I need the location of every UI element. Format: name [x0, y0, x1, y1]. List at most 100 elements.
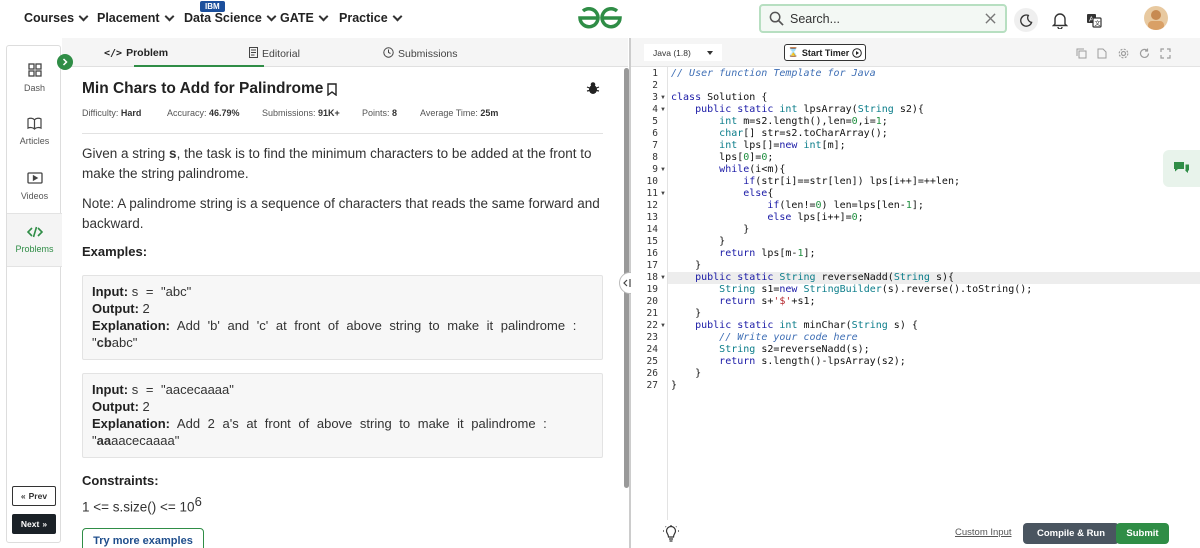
- value: s = "aacecaaaa": [131, 382, 234, 397]
- code-line[interactable]: else lps[i++]=0;: [671, 212, 863, 224]
- code-line[interactable]: while(i<m){: [671, 164, 785, 176]
- dropdown-caret-icon: [707, 51, 713, 55]
- bell-icon[interactable]: [1048, 8, 1072, 32]
- fullscreen-icon[interactable]: [1160, 46, 1171, 59]
- compile-run-button[interactable]: Compile & Run: [1023, 523, 1119, 544]
- clear-icon[interactable]: [985, 13, 996, 24]
- code-line[interactable]: String s1=new StringBuilder(s).reverse()…: [671, 284, 1032, 296]
- fold-arrow-icon[interactable]: ▼: [660, 95, 666, 101]
- code-line[interactable]: lps[0]=0;: [671, 152, 773, 164]
- nav-label: GATE: [280, 11, 314, 25]
- settings-icon[interactable]: [1118, 46, 1129, 59]
- code-line[interactable]: }: [671, 224, 749, 236]
- sidebar-item-dash[interactable]: Dash: [7, 51, 62, 105]
- code-line[interactable]: if(len!=0) len=lps[len-1];: [671, 200, 924, 212]
- code-line[interactable]: char[] str=s2.toCharArray();: [671, 128, 888, 140]
- line-number: 11: [646, 188, 658, 199]
- chevron-down-icon: [78, 11, 89, 21]
- translate-icon[interactable]: A文: [1082, 8, 1106, 32]
- code-line[interactable]: String s2=reverseNadd(s);: [671, 344, 870, 356]
- line-number: 6: [652, 128, 658, 139]
- problem-description: Given a string s, the task is to find th…: [82, 144, 607, 184]
- label: Input:: [92, 382, 129, 397]
- line-number: 12: [646, 200, 658, 211]
- meta-key: Difficulty:: [82, 108, 119, 118]
- code-line[interactable]: public static String reverseNadd(String …: [671, 272, 954, 284]
- search-box[interactable]: Search...: [759, 4, 1007, 33]
- bug-report-icon[interactable]: [586, 81, 600, 100]
- tab-submissions[interactable]: Submissions: [383, 47, 458, 61]
- custom-input-link[interactable]: Custom Input: [955, 527, 1012, 538]
- code-line[interactable]: }: [671, 260, 701, 272]
- code-line[interactable]: class Solution {: [671, 92, 767, 104]
- nav-practice[interactable]: Practice: [339, 11, 403, 25]
- submit-button[interactable]: Submit: [1116, 523, 1169, 544]
- meta-value: Hard: [120, 108, 142, 118]
- code-line[interactable]: return s+'$'+s1;: [671, 296, 815, 308]
- nav-placement[interactable]: Placement: [97, 11, 174, 25]
- search-input[interactable]: Search...: [790, 12, 840, 26]
- points-meta: Points: 8: [362, 108, 397, 118]
- next-button[interactable]: Next»: [12, 514, 56, 534]
- editor-toolbar: Java (1.8) ⌛ Start Timer: [631, 38, 1200, 67]
- fold-arrow-icon[interactable]: ▼: [660, 191, 666, 197]
- code-line[interactable]: return s.length()-lpsArray(s2);: [671, 356, 906, 368]
- start-timer-button[interactable]: ⌛ Start Timer: [784, 44, 866, 61]
- lightbulb-icon[interactable]: [663, 525, 679, 542]
- code-line[interactable]: // Write your code here: [671, 332, 857, 344]
- code-line[interactable]: }: [671, 368, 701, 380]
- dark-mode-toggle-icon[interactable]: [1014, 8, 1038, 32]
- fold-arrow-icon[interactable]: ▼: [660, 275, 666, 281]
- nav-data-science[interactable]: Data Science: [184, 11, 277, 25]
- line-number: 15: [646, 236, 658, 247]
- nav-label: Practice: [339, 11, 388, 25]
- nav-courses[interactable]: Courses: [24, 11, 89, 25]
- label: Output:: [92, 301, 139, 316]
- chevron-down-icon: [266, 11, 277, 21]
- file-icon[interactable]: [1097, 46, 1108, 59]
- sidebar-item-label: Videos: [20, 190, 49, 201]
- meta-key: Average Time:: [420, 108, 478, 118]
- line-number: 27: [646, 380, 658, 391]
- prev-button[interactable]: «Prev: [12, 486, 56, 506]
- avatar[interactable]: [1144, 6, 1168, 30]
- code-line[interactable]: int lps[]=new int[m];: [671, 140, 845, 152]
- tab-problem[interactable]: </> Problem: [104, 47, 168, 59]
- try-more-examples-button[interactable]: Try more examples: [82, 528, 204, 548]
- chat-button[interactable]: [1163, 150, 1200, 187]
- code-line[interactable]: if(str[i]==str[len]) lps[i++]=++len;: [671, 176, 960, 188]
- nav-gate[interactable]: GATE: [280, 11, 329, 25]
- copy-icon[interactable]: [1076, 46, 1087, 59]
- fold-arrow-icon[interactable]: ▼: [660, 323, 666, 329]
- sidebar-item-articles[interactable]: Articles: [7, 104, 62, 158]
- code-line[interactable]: int m=s2.length(),len=0,i=1;: [671, 116, 888, 128]
- code-line[interactable]: public static int lpsArray(String s2){: [671, 104, 924, 116]
- code-line[interactable]: else{: [671, 188, 773, 200]
- line-number: 17: [646, 260, 658, 271]
- code-line[interactable]: }: [671, 236, 725, 248]
- tab-editorial[interactable]: Editorial: [249, 47, 300, 61]
- sidebar-item-videos[interactable]: Videos: [7, 159, 62, 213]
- fold-arrow-icon[interactable]: ▼: [660, 107, 666, 113]
- code-line[interactable]: public static int minChar(String s) {: [671, 320, 918, 332]
- language-select[interactable]: Java (1.8): [644, 44, 722, 61]
- nav-label: Courses: [24, 11, 75, 25]
- code-editor[interactable]: // User function Template for Java class …: [671, 67, 1200, 520]
- example-explanation: Explanation: Add 2 a's at front of above…: [92, 415, 593, 432]
- label: Explanation:: [92, 416, 171, 431]
- left-sidebar: Dash Articles Videos Problems «Prev Next…: [6, 45, 62, 543]
- reset-icon[interactable]: [1139, 46, 1150, 58]
- code-line[interactable]: // User function Template for Java: [671, 68, 876, 80]
- line-number: 26: [646, 368, 658, 379]
- code-line[interactable]: }: [671, 380, 677, 392]
- line-number: 23: [646, 332, 658, 343]
- gfg-logo-icon[interactable]: [576, 6, 624, 37]
- code-line[interactable]: }: [671, 308, 701, 320]
- line-number: 8: [652, 152, 658, 163]
- value: s = "abc": [131, 284, 192, 299]
- fold-arrow-icon[interactable]: ▼: [660, 167, 666, 173]
- bookmark-icon[interactable]: [327, 82, 338, 96]
- constraint-exponent: 6: [194, 494, 202, 509]
- code-line[interactable]: return lps[m-1];: [671, 248, 815, 260]
- sidebar-item-problems[interactable]: Problems: [7, 213, 62, 267]
